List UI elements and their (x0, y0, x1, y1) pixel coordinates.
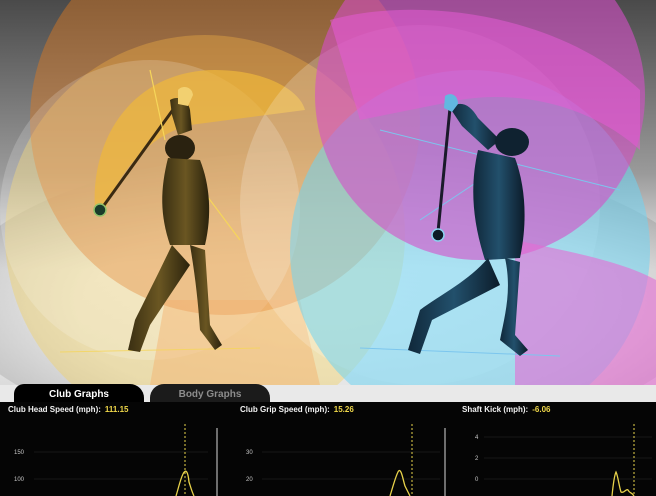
right-torso (473, 150, 525, 260)
kick-curve (611, 470, 635, 496)
club-grip-speed-graph: Club Grip Speed (mph): 15.26 30 20 (240, 402, 462, 496)
club-head-speed-graph: Club Head Speed (mph): 111.15 150 100 (8, 402, 230, 496)
club-grip-speed-plot: 30 20 (246, 424, 446, 496)
tab-body-graphs[interactable]: Body Graphs (150, 384, 270, 404)
swing-analysis-app: Club Graphs Body Graphs Club Head Speed … (0, 0, 656, 496)
y-tick-label: 150 (14, 450, 25, 456)
tab-club-graphs[interactable]: Club Graphs (14, 384, 144, 404)
y-tick-label: 4 (475, 435, 479, 441)
left-club-head (93, 203, 107, 217)
club-head-speed-plot: 150 100 (14, 424, 218, 496)
right-club-head (431, 228, 445, 242)
left-torso (162, 158, 210, 245)
swing-3d-viewport[interactable] (0, 0, 656, 385)
left-head (165, 135, 195, 161)
y-tick-label: 0 (475, 477, 479, 483)
shaft-kick-plot: 4 2 0 (475, 424, 652, 496)
swing-scene (0, 0, 656, 385)
graph-tabs: Club Graphs Body Graphs (0, 384, 656, 404)
graph-panel: Club Head Speed (mph): 111.15 150 100 Clu… (0, 402, 656, 496)
right-head (495, 128, 529, 156)
speed-curve (389, 469, 411, 496)
y-tick-label: 30 (246, 450, 253, 456)
shaft-kick-graph: Shaft Kick (mph): -6.06 4 2 0 (462, 402, 654, 496)
y-tick-label: 2 (475, 456, 479, 462)
y-tick-label: 20 (246, 477, 253, 483)
y-tick-label: 100 (14, 477, 25, 483)
